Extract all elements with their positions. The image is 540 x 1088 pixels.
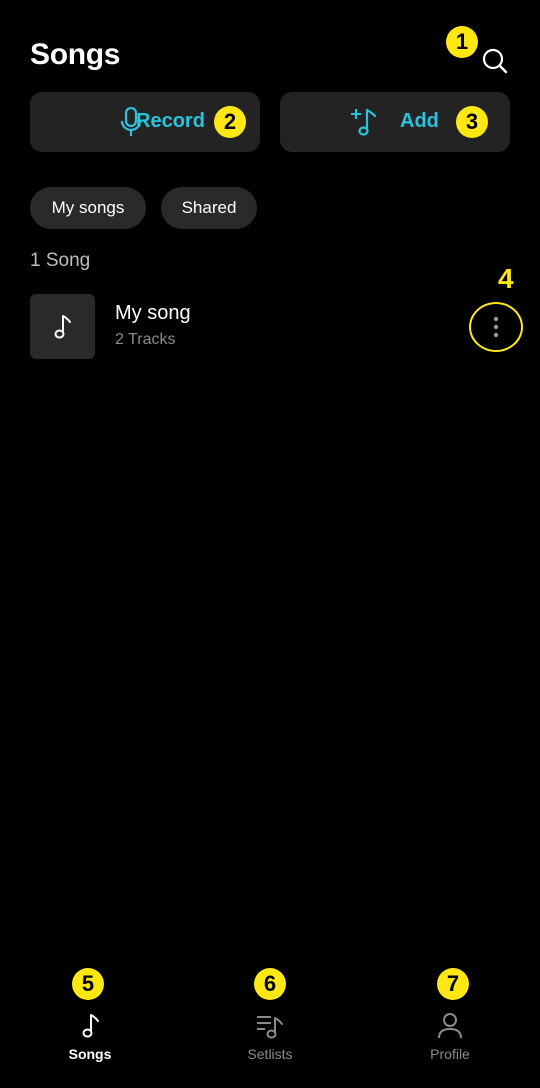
nav-setlists-label: Setlists <box>247 1046 293 1062</box>
search-button[interactable] <box>478 44 512 78</box>
annotation-badge-6: 6 <box>254 968 286 1000</box>
annotation-badge-1: 1 <box>446 26 478 58</box>
add-button-label: Add <box>400 110 439 132</box>
filter-shared[interactable]: Shared <box>161 187 257 229</box>
song-count: 1 Song <box>30 250 91 271</box>
song-track-count: 2 Tracks <box>115 331 176 348</box>
song-thumbnail[interactable] <box>30 294 95 359</box>
nav-profile-label: Profile <box>430 1046 470 1062</box>
profile-icon <box>438 1013 462 1039</box>
add-button[interactable]: Add 3 <box>280 92 510 152</box>
nav-setlists[interactable]: Setlists <box>210 1012 330 1062</box>
song-title[interactable]: My song <box>115 302 191 325</box>
music-note-icon <box>54 314 71 338</box>
annotation-badge-5: 5 <box>72 968 104 1000</box>
nav-songs[interactable]: Songs <box>30 1012 150 1062</box>
record-button[interactable]: Record 2 <box>30 92 260 152</box>
annotation-badge-2: 2 <box>214 106 246 138</box>
setlist-icon <box>257 1016 283 1039</box>
annotation-badge-7: 7 <box>437 968 469 1000</box>
filter-my-songs[interactable]: My songs <box>30 187 146 229</box>
more-vertical-icon <box>493 316 499 338</box>
record-button-label: Record <box>136 110 205 132</box>
add-music-icon <box>351 108 377 136</box>
nav-profile[interactable]: Profile <box>390 1012 510 1062</box>
search-icon <box>482 48 508 74</box>
music-note-icon <box>82 1014 99 1038</box>
song-more-button[interactable] <box>469 302 523 352</box>
nav-songs-label: Songs <box>68 1046 112 1062</box>
annotation-badge-3: 3 <box>456 106 488 138</box>
page-title: Songs <box>30 38 121 71</box>
annotation-number-4: 4 <box>498 263 514 294</box>
